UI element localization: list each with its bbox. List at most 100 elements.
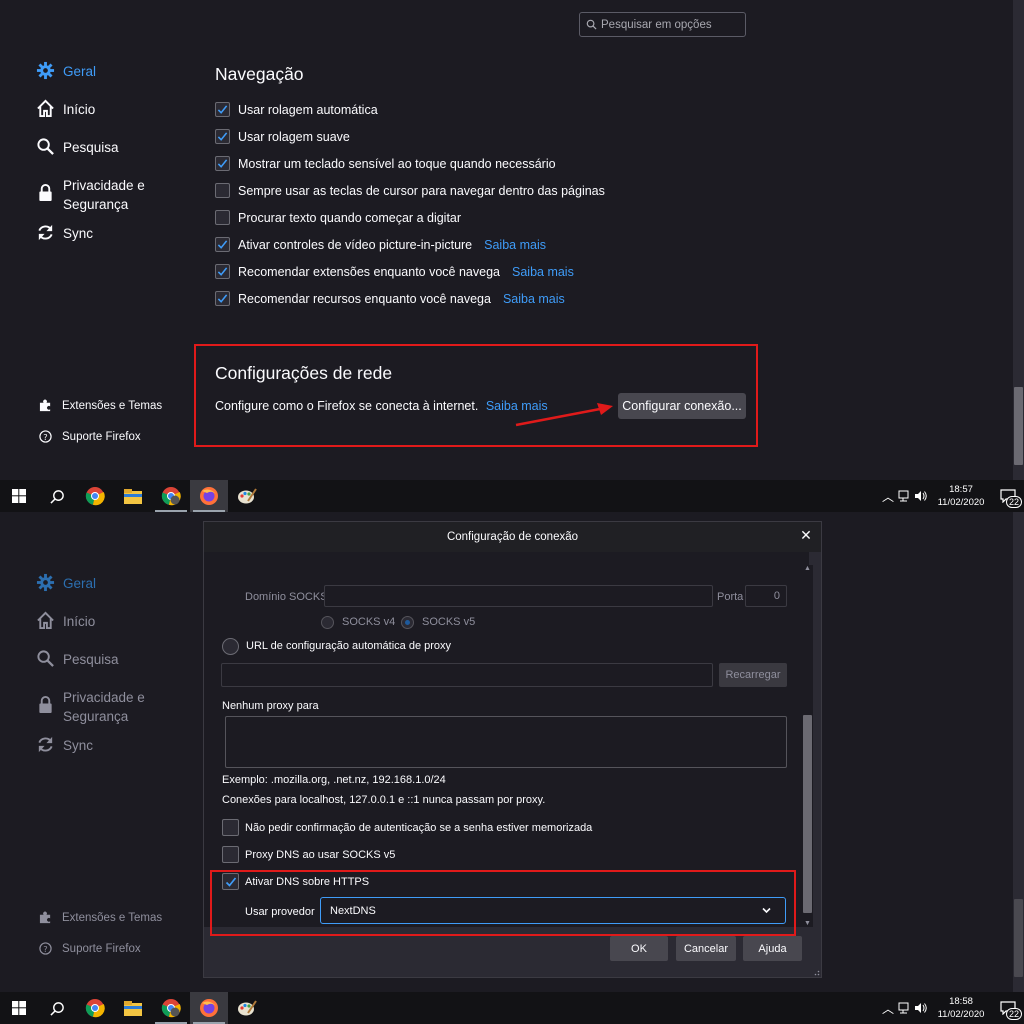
chrome-icon[interactable] (76, 992, 114, 1024)
file-explorer-icon[interactable] (114, 992, 152, 1024)
sidebar-item-extensoes[interactable]: Extensões e Temas (38, 390, 188, 421)
page-scrollbar[interactable] (1013, 512, 1024, 992)
sidebar-item-pesquisa[interactable]: Pesquisa (35, 136, 185, 174)
navigation-option-row[interactable]: Usar rolagem automática (215, 96, 605, 123)
navigation-option-checkbox[interactable] (215, 102, 230, 117)
port-input[interactable]: 0 (745, 585, 787, 607)
learn-more-link[interactable]: Saiba mais (503, 292, 565, 306)
firefox-icon[interactable] (190, 992, 228, 1024)
sidebar-item-geral[interactable]: Geral (35, 60, 185, 98)
chrome-canary-icon[interactable] (152, 480, 190, 512)
notification-count: 22 (1005, 496, 1022, 508)
no-proxy-textarea[interactable] (225, 716, 787, 768)
close-icon[interactable]: ✕ (799, 528, 813, 542)
privacy-line2: Segurança (63, 197, 129, 212)
clock-time: 18:57 (949, 484, 973, 495)
chrome-icon[interactable] (76, 480, 114, 512)
sidebar-item-suporte[interactable]: ? Suporte Firefox (38, 421, 188, 452)
svg-text:?: ? (43, 432, 47, 442)
dialog-scrollbar-thumb[interactable] (803, 715, 812, 913)
resize-grip-icon[interactable] (812, 968, 820, 976)
paint-icon[interactable] (228, 992, 266, 1024)
chrome-canary-icon[interactable] (152, 992, 190, 1024)
sidebar-item-extensoes[interactable]: Extensões e Temas (38, 902, 188, 933)
navigation-option-row[interactable]: Recomendar recursos enquanto você navega… (215, 285, 605, 312)
ok-button[interactable]: OK (610, 936, 668, 961)
network-description-row: Configure como o Firefox se conecta à in… (215, 399, 548, 413)
paint-icon[interactable] (228, 480, 266, 512)
configure-connection-button[interactable]: Configurar conexão... (618, 393, 746, 419)
navigation-option-row[interactable]: Ativar controles de vídeo picture-in-pic… (215, 231, 605, 258)
socks-domain-input[interactable] (324, 585, 713, 607)
network-icon[interactable] (896, 490, 912, 502)
sidebar-item-sync[interactable]: Sync (35, 222, 185, 260)
file-explorer-icon[interactable] (114, 480, 152, 512)
reload-button[interactable]: Recarregar (719, 663, 787, 687)
proxy-dns-checkbox[interactable] (222, 846, 239, 863)
sidebar-item-sync[interactable]: Sync (35, 734, 185, 772)
volume-icon[interactable] (912, 490, 930, 502)
sidebar: Geral Início Pesquisa Privacidade e Segur… (35, 60, 185, 260)
navigation-option-label: Usar rolagem automática (238, 102, 378, 117)
start-icon[interactable] (0, 992, 38, 1024)
firefox-icon[interactable] (190, 480, 228, 512)
home-icon (35, 610, 55, 630)
taskbar-search-icon[interactable] (38, 480, 76, 512)
socks-v5-radio[interactable] (401, 616, 414, 629)
chevron-up-icon[interactable]: ︿ (880, 488, 896, 505)
taskbar-bottom: ︿ 18:58 11/02/2020 22 (0, 992, 1024, 1024)
socks-v4-label: SOCKS v4 (342, 616, 396, 628)
page-scrollbar-thumb[interactable] (1014, 899, 1023, 977)
navigation-option-row[interactable]: Mostrar um teclado sensível ao toque qua… (215, 150, 605, 177)
sidebar-item-inicio[interactable]: Início (35, 98, 185, 136)
navigation-option-label: Sempre usar as teclas de cursor para nav… (238, 183, 605, 198)
puzzle-icon (38, 911, 52, 925)
navigation-option-checkbox[interactable] (215, 264, 230, 279)
navigation-option-checkbox[interactable] (215, 237, 230, 252)
sidebar-item-geral[interactable]: Geral (35, 572, 185, 610)
home-icon (35, 98, 55, 118)
search-input[interactable]: Pesquisar em opções (579, 12, 746, 37)
chevron-up-icon[interactable]: ︿ (880, 1000, 896, 1017)
sidebar-item-privacidade[interactable]: Privacidade e Segurança (35, 174, 185, 222)
navigation-option-checkbox[interactable] (215, 129, 230, 144)
socks-domain-label: Domínio SOCKS (245, 591, 328, 603)
help-button[interactable]: Ajuda (743, 936, 802, 961)
sidebar-item-suporte[interactable]: ? Suporte Firefox (38, 933, 188, 964)
no-auth-prompt-checkbox[interactable] (222, 819, 239, 836)
navigation-option-row[interactable]: Procurar texto quando começar a digitar (215, 204, 605, 231)
sidebar-item-privacidade[interactable]: Privacidade e Segurança (35, 686, 185, 734)
navigation-option-row[interactable]: Sempre usar as teclas de cursor para nav… (215, 177, 605, 204)
notification-count: 22 (1005, 1008, 1022, 1020)
navigation-option-row[interactable]: Recomendar extensões enquanto você naveg… (215, 258, 605, 285)
taskbar-search-icon[interactable] (38, 992, 76, 1024)
sidebar-item-pesquisa[interactable]: Pesquisa (35, 648, 185, 686)
auto-proxy-url-input[interactable] (221, 663, 713, 687)
clock[interactable]: 18:58 11/02/2020 (930, 995, 992, 1021)
sidebar-item-inicio[interactable]: Início (35, 610, 185, 648)
scroll-up-icon[interactable]: ▲ (804, 565, 811, 572)
page-scrollbar-thumb[interactable] (1014, 387, 1023, 465)
clock-date: 11/02/2020 (937, 497, 985, 508)
start-icon[interactable] (0, 480, 38, 512)
learn-more-link[interactable]: Saiba mais (512, 265, 574, 279)
network-icon[interactable] (896, 1002, 912, 1014)
navigation-option-row[interactable]: Usar rolagem suave (215, 123, 605, 150)
scroll-down-icon[interactable]: ▼ (804, 920, 811, 927)
clock[interactable]: 18:57 11/02/2020 (930, 483, 992, 509)
dialog-scrollbar[interactable]: ▲ ▼ (802, 565, 813, 927)
auto-proxy-radio[interactable] (222, 638, 239, 655)
navigation-option-checkbox[interactable] (215, 291, 230, 306)
help-icon: ? (38, 942, 52, 956)
volume-icon[interactable] (912, 1002, 930, 1014)
navigation-option-checkbox[interactable] (215, 210, 230, 225)
example-text: Exemplo: .mozilla.org, .net.nz, 192.168.… (222, 774, 446, 786)
notification-icon[interactable]: 22 (992, 1001, 1024, 1020)
cancel-button[interactable]: Cancelar (676, 936, 736, 961)
notification-icon[interactable]: 22 (992, 489, 1024, 508)
navigation-option-checkbox[interactable] (215, 156, 230, 171)
learn-more-link[interactable]: Saiba mais (484, 238, 546, 252)
navigation-option-checkbox[interactable] (215, 183, 230, 198)
socks-v4-radio[interactable] (321, 616, 334, 629)
page-scrollbar[interactable] (1013, 0, 1024, 480)
